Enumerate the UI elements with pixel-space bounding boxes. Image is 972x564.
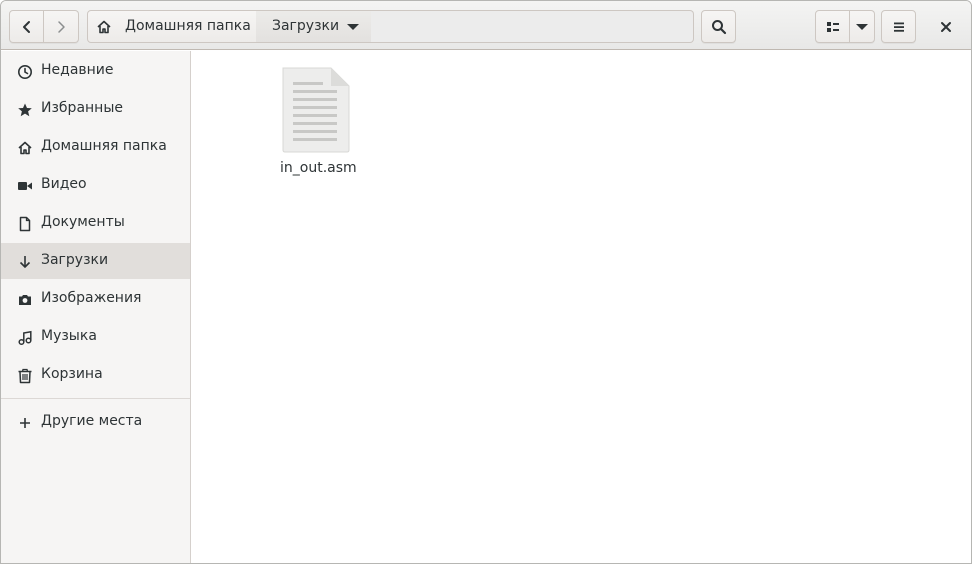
search-button[interactable] [701, 10, 736, 43]
path-downloads-button[interactable]: Загрузки [256, 10, 372, 43]
file-view: in_out.asm [192, 51, 971, 563]
list-view-icon [826, 21, 839, 32]
chevron-left-icon [22, 20, 30, 33]
plus-icon [20, 418, 30, 428]
star-icon [18, 103, 32, 117]
sidebar-item-label: Изображения [41, 290, 142, 306]
sidebar-item-downloads[interactable]: Загрузки [1, 243, 190, 279]
back-button[interactable] [9, 10, 44, 43]
trash-icon [18, 368, 32, 384]
triangle-down-icon [856, 23, 868, 30]
sidebar-item-label: Документы [41, 214, 125, 230]
sidebar-item-label: Загрузки [41, 252, 109, 268]
sidebar-item-documents[interactable]: Документы [1, 205, 190, 241]
sidebar-item-label: Видео [41, 176, 87, 192]
sidebar-item-music[interactable]: Музыка [1, 319, 190, 355]
path-home-label: Домашняя папка [125, 18, 251, 34]
sidebar-item-starred[interactable]: Избранные [1, 91, 190, 127]
sidebar-item-videos[interactable]: Видео [1, 167, 190, 203]
sidebar-item-other-locations[interactable]: Другие места [1, 404, 190, 440]
header-bar: Домашняя папка Загрузки [1, 1, 971, 50]
sidebar-item-label: Другие места [41, 413, 143, 429]
text-file-icon [282, 67, 350, 153]
sidebar-item-label: Музыка [41, 328, 97, 344]
path-bar-empty-area[interactable] [371, 10, 694, 43]
menu-button[interactable] [881, 10, 916, 43]
download-icon [19, 256, 31, 268]
document-icon [19, 216, 31, 232]
sidebar-item-label: Недавние [41, 62, 114, 78]
triangle-down-icon [347, 24, 359, 30]
sidebar-item-home[interactable]: Домашняя папка [1, 129, 190, 165]
file-name: in_out.asm [280, 160, 357, 176]
camera-icon [19, 295, 31, 305]
file-manager-window: Домашняя папка Загрузки Недавние Избранн… [0, 0, 972, 564]
sidebar-item-label: Домашняя папка [41, 138, 167, 154]
sidebar-separator [1, 398, 190, 399]
path-home-button[interactable]: Домашняя папка [87, 10, 257, 43]
hamburger-menu-icon [893, 22, 904, 32]
forward-button[interactable] [44, 10, 79, 43]
sidebar-item-pictures[interactable]: Изображения [1, 281, 190, 317]
music-icon [18, 330, 32, 346]
view-options-button[interactable] [850, 10, 875, 43]
sidebar-item-label: Избранные [41, 100, 123, 116]
clock-icon [18, 65, 32, 79]
path-downloads-label: Загрузки [272, 18, 340, 34]
sidebar: Недавние Избранные Домашняя папка Видео [1, 51, 191, 563]
close-button[interactable] [929, 10, 963, 43]
sidebar-item-trash[interactable]: Корзина [1, 357, 190, 393]
close-icon [941, 21, 951, 32]
sidebar-item-recent[interactable]: Недавние [1, 53, 190, 89]
chevron-right-icon [58, 20, 65, 33]
sidebar-item-label: Корзина [41, 366, 103, 382]
home-icon [18, 141, 32, 155]
view-list-button[interactable] [815, 10, 850, 43]
search-icon [711, 19, 726, 34]
video-icon [18, 182, 32, 190]
home-icon [97, 20, 111, 34]
